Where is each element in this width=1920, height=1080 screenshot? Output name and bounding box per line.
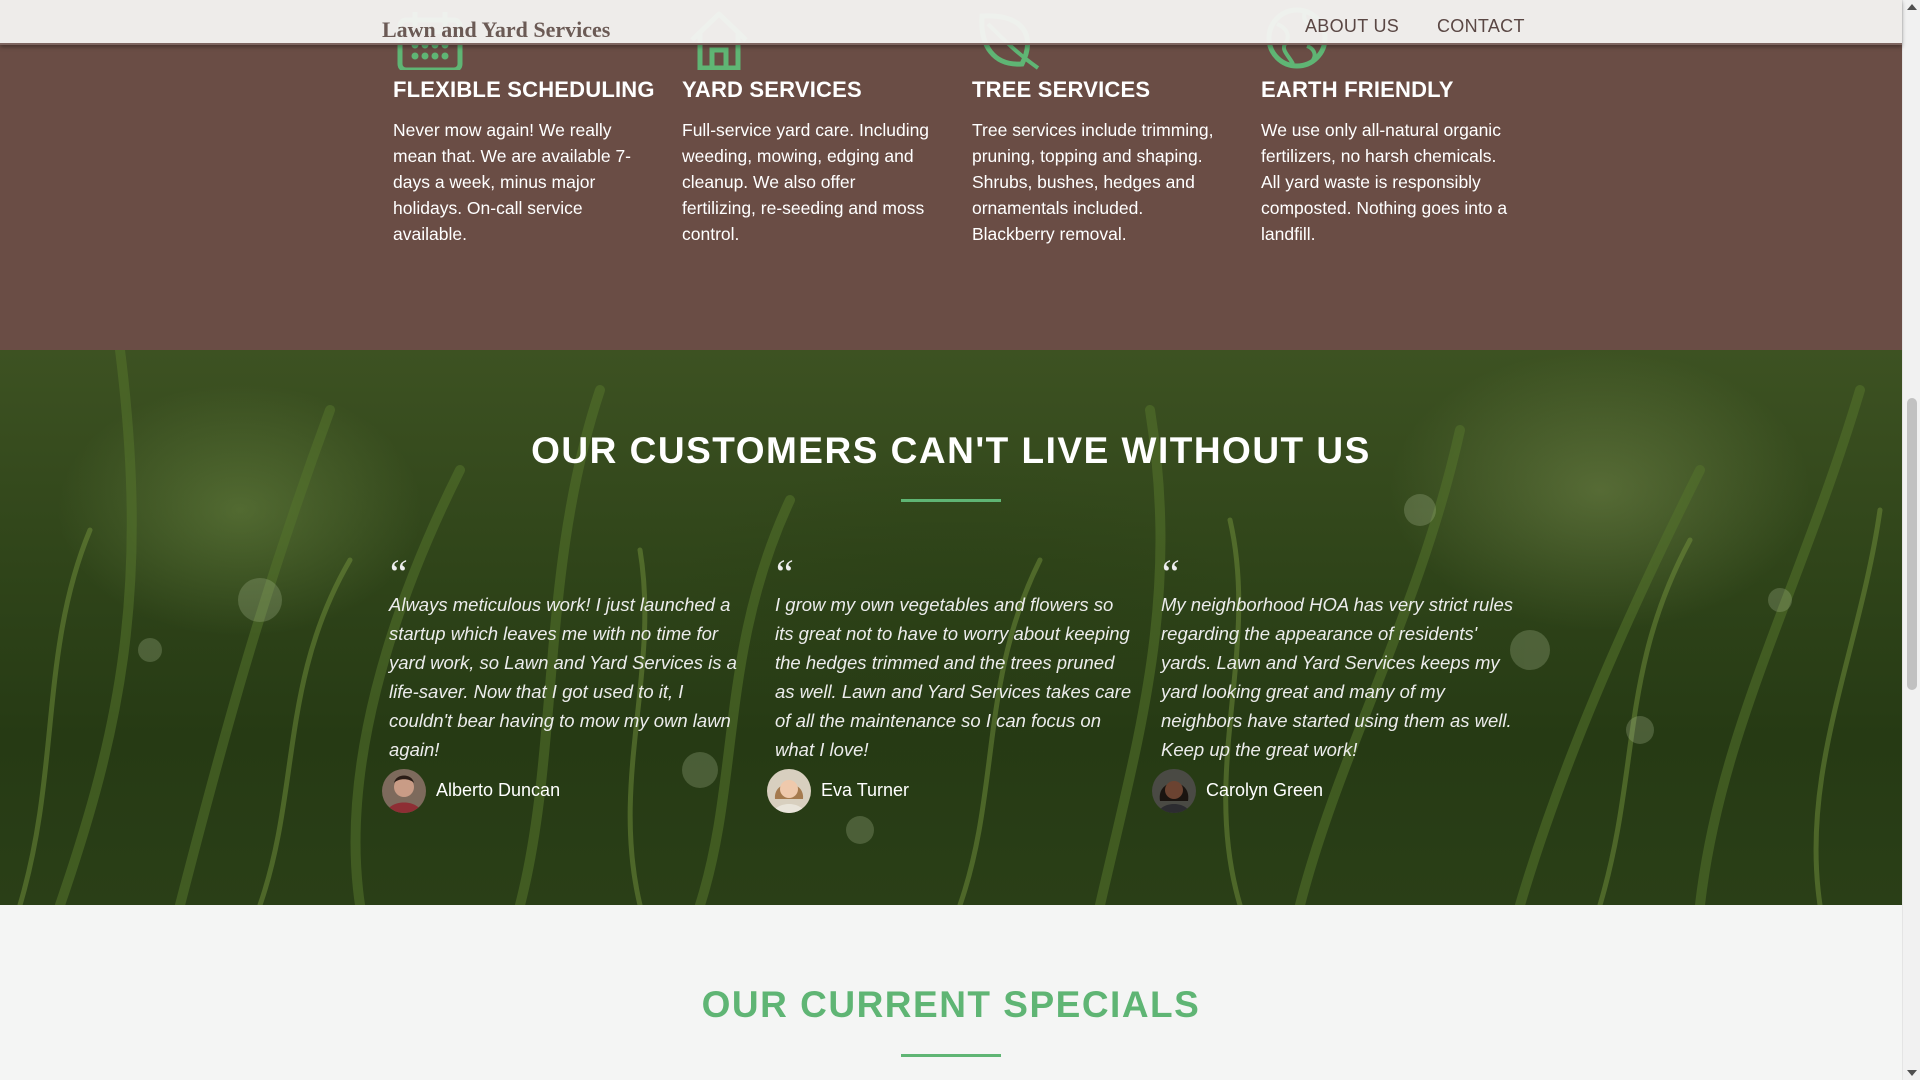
scroll-down-arrow-icon[interactable] (1907, 1070, 1917, 1076)
testimonial-text: My neighborhood HOA has very strict rule… (1161, 594, 1513, 760)
testimonials-section: OUR CUSTOMERS CAN'T LIVE WITHOUT US “ Al… (0, 350, 1902, 905)
title-divider (901, 499, 1001, 502)
service-title: EARTH FRIENDLY (1261, 77, 1454, 102)
service-title: FLEXIBLE SCHEDULING (393, 77, 655, 102)
services-section: FLEXIBLE SCHEDULING Never mow again! We … (0, 0, 1902, 350)
nav-link-contact[interactable]: CONTACT (1437, 16, 1525, 37)
avatar (767, 769, 811, 813)
page-scrollbar[interactable] (1902, 0, 1920, 1080)
specials-section: OUR CURRENT SPECIALS (0, 905, 1902, 1080)
scrollbar-thumb[interactable] (1907, 398, 1917, 690)
specials-title: OUR CURRENT SPECIALS (701, 984, 1201, 1025)
site-header: Lawn and Yard Services ABOUT US CONTACT (0, 0, 1902, 45)
service-title: TREE SERVICES (972, 77, 1151, 102)
service-description: We use only all-natural organic fertiliz… (1261, 120, 1508, 244)
scroll-up-arrow-icon[interactable] (1907, 4, 1917, 10)
title-divider (901, 1054, 1001, 1057)
service-title: YARD SERVICES (682, 77, 862, 102)
nav-link-about-us[interactable]: ABOUT US (1305, 16, 1399, 37)
author-name: Carolyn Green (1206, 780, 1324, 800)
testimonials-title: OUR CUSTOMERS CAN'T LIVE WITHOUT US (531, 430, 1371, 471)
service-description: Never mow again! We really mean that. We… (393, 120, 632, 244)
author-name: Eva Turner (821, 780, 910, 800)
avatar (1152, 769, 1196, 813)
testimonial-text: Always meticulous work! I just launched … (389, 594, 737, 760)
testimonial-text: I grow my own vegetables and flowers so … (775, 594, 1132, 760)
service-description: Full-service yard care. Including weedin… (682, 120, 930, 244)
service-description: Tree services include trimming, pruning,… (972, 120, 1214, 244)
avatar (382, 769, 426, 813)
author-name: Alberto Duncan (436, 780, 561, 800)
brand-logo-text[interactable]: Lawn and Yard Services (382, 17, 610, 43)
